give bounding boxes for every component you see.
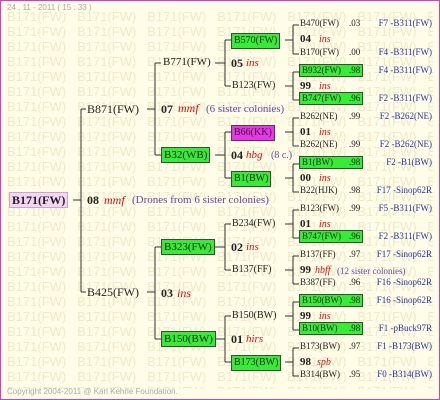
gen1-bottom-year: 03	[161, 286, 173, 300]
gen1-top-year: 07	[161, 102, 173, 116]
gen4-queen[interactable]: B170(FW)	[300, 47, 339, 57]
gen4-reference-link[interactable]: F16 -Sinop62R	[377, 277, 432, 287]
gen1-bottom-note: ins	[177, 286, 192, 300]
gen4-year: .97	[349, 341, 361, 351]
gen4-year: .98	[349, 323, 361, 333]
gen3-f-extra: (12 sister colonies)	[337, 266, 406, 276]
copyright-footer: Copyright 2004-2011 @ Karl Kehrle Founda…	[7, 387, 178, 396]
gen3-d-year: 00	[300, 172, 311, 184]
gen4-queen[interactable]: B262(NE)	[300, 139, 338, 149]
gen3-b-note: ins	[319, 81, 331, 92]
gen3-c-note: ins	[319, 127, 331, 138]
gen4-year: .98	[349, 157, 361, 167]
gen2-a-note: ins	[246, 57, 259, 69]
gen2-d-year: 01	[231, 332, 243, 346]
gen2-d-queen[interactable]: B150(BW)	[161, 331, 216, 347]
gen3-g-note: ins	[319, 311, 331, 322]
gen4-queen[interactable]: B137(FF)	[300, 249, 336, 259]
gen3-d-note: ins	[319, 173, 331, 184]
gen4-reference-link[interactable]: F2 -B311(FW)	[379, 93, 432, 103]
gen2-b-note: hbg	[246, 149, 263, 161]
gen4-year: .99	[349, 139, 361, 149]
gen4-year: .98	[349, 185, 361, 195]
gen4-year: .98	[349, 295, 361, 305]
gen3-g-queen[interactable]: B150(BW)	[232, 310, 276, 321]
gen4-reference-link[interactable]: F2 -B262(NE)	[380, 111, 432, 121]
gen3-b-year: 99	[300, 80, 311, 92]
gen3-e-queen[interactable]: B234(FW)	[232, 218, 275, 229]
gen4-reference-link[interactable]: F16 -Sinop62R	[377, 295, 432, 305]
gen4-year: .95	[349, 369, 361, 379]
gen2-c-queen[interactable]: B323(FW)	[161, 239, 215, 255]
gen3-g-year: 99	[300, 310, 311, 322]
gen3-e-year: 01	[300, 218, 311, 230]
gen4-queen[interactable]: B470(FW)	[300, 18, 339, 28]
gen4-year: .96	[349, 231, 361, 241]
gen3-f-queen[interactable]: B137(FF)	[232, 264, 271, 275]
gen2-a-queen[interactable]: B771(FW)	[163, 56, 211, 68]
gen4-year: .97	[349, 249, 361, 259]
gen2-b-year: 04	[231, 148, 243, 162]
gen1-top-queen[interactable]: B871(FW)	[87, 102, 139, 117]
gen4-reference-link[interactable]: F5 -B311(FW)	[379, 203, 432, 213]
gen3-h-note: spb	[317, 357, 331, 368]
root-note: mmf	[104, 193, 125, 207]
gen4-queen[interactable]: B123(FW)	[300, 203, 339, 213]
gen3-e-note: ins	[319, 219, 331, 230]
gen3-c-year: 01	[300, 126, 311, 138]
gen3-c-queen[interactable]: B66(KK)	[231, 125, 275, 141]
gen3-a-year: 04	[300, 33, 311, 45]
gen2-d-note: hirs	[246, 333, 264, 345]
gen4-queen[interactable]: B173(BW)	[300, 341, 340, 351]
gen4-year: .96	[349, 277, 361, 287]
gen4-year: .99	[349, 203, 361, 213]
gen4-year: .96	[349, 93, 361, 103]
gen2-b-queen[interactable]: B32(WB)	[161, 147, 211, 163]
gen4-reference-link[interactable]: F1 -B173(BW)	[377, 341, 432, 351]
root-drones: (Drones from 6 sister colonies)	[132, 194, 269, 206]
root-queen[interactable]: B171(FW)	[9, 192, 69, 208]
gen4-reference-link[interactable]: F2 -B262(NE)	[380, 139, 432, 149]
gen2-c-note: ins	[246, 241, 259, 253]
gen4-year: .00	[349, 47, 361, 57]
gen4-reference-link[interactable]: F2 -B311(FW)	[379, 231, 432, 241]
gen4-queen[interactable]: B314(BW)	[300, 369, 340, 379]
gen4-reference-link[interactable]: F2 -B1(BW)	[386, 157, 432, 167]
root-year: 08	[87, 193, 99, 207]
gen3-h-year: 98	[300, 356, 311, 368]
gen2-a-year: 05	[231, 56, 243, 70]
gen3-b-queen[interactable]: B123(FW)	[232, 80, 275, 91]
gen4-reference-link[interactable]: F17 -Sinop62R	[377, 185, 432, 195]
gen2-b-extra: (8 c.)	[271, 150, 293, 161]
gen4-reference-link[interactable]: F7 -B311(FW)	[379, 18, 432, 28]
gen3-h-queen[interactable]: B173(BW)	[231, 355, 282, 371]
gen4-queen[interactable]: B262(NE)	[300, 111, 338, 121]
gen4-reference-link[interactable]: F17 -Sinop62R	[377, 249, 432, 259]
gen4-queen[interactable]: B22(HJK)	[300, 185, 338, 195]
gen3-a-queen[interactable]: B570(FW)	[231, 33, 281, 49]
gen2-c-year: 02	[231, 240, 243, 254]
gen3-a-note: ins	[319, 34, 331, 45]
gen4-year: .98	[349, 65, 361, 75]
gen4-reference-link[interactable]: F4 -B311(FW)	[379, 65, 432, 75]
gen3-f-year: 99	[300, 264, 311, 276]
gen4-reference-link[interactable]: F4 -B311(FW)	[379, 47, 432, 57]
gen4-reference-link[interactable]: F0 -B314(BW)	[377, 369, 432, 379]
gen4-queen[interactable]: B387(FF)	[300, 277, 336, 287]
timestamp: 24 . 11 - 2011 ( 15 : 33 )	[7, 3, 92, 12]
pedigree-frame: B171(FW) B171(FW) B171(FW) B171(FW) B171…	[0, 0, 440, 400]
gen3-f-note: hbff	[315, 265, 331, 276]
gen1-top-note: mmf	[178, 101, 199, 115]
gen1-top-extra: (6 sister colonies)	[206, 103, 285, 115]
gen1-bottom-queen[interactable]: B425(FW)	[87, 285, 139, 300]
gen4-year: .99	[349, 111, 361, 121]
gen3-d-queen[interactable]: B1(BW)	[231, 171, 272, 187]
gen4-reference-link[interactable]: F1 -pBuck97R	[379, 323, 432, 333]
gen4-year: .03	[349, 18, 361, 28]
